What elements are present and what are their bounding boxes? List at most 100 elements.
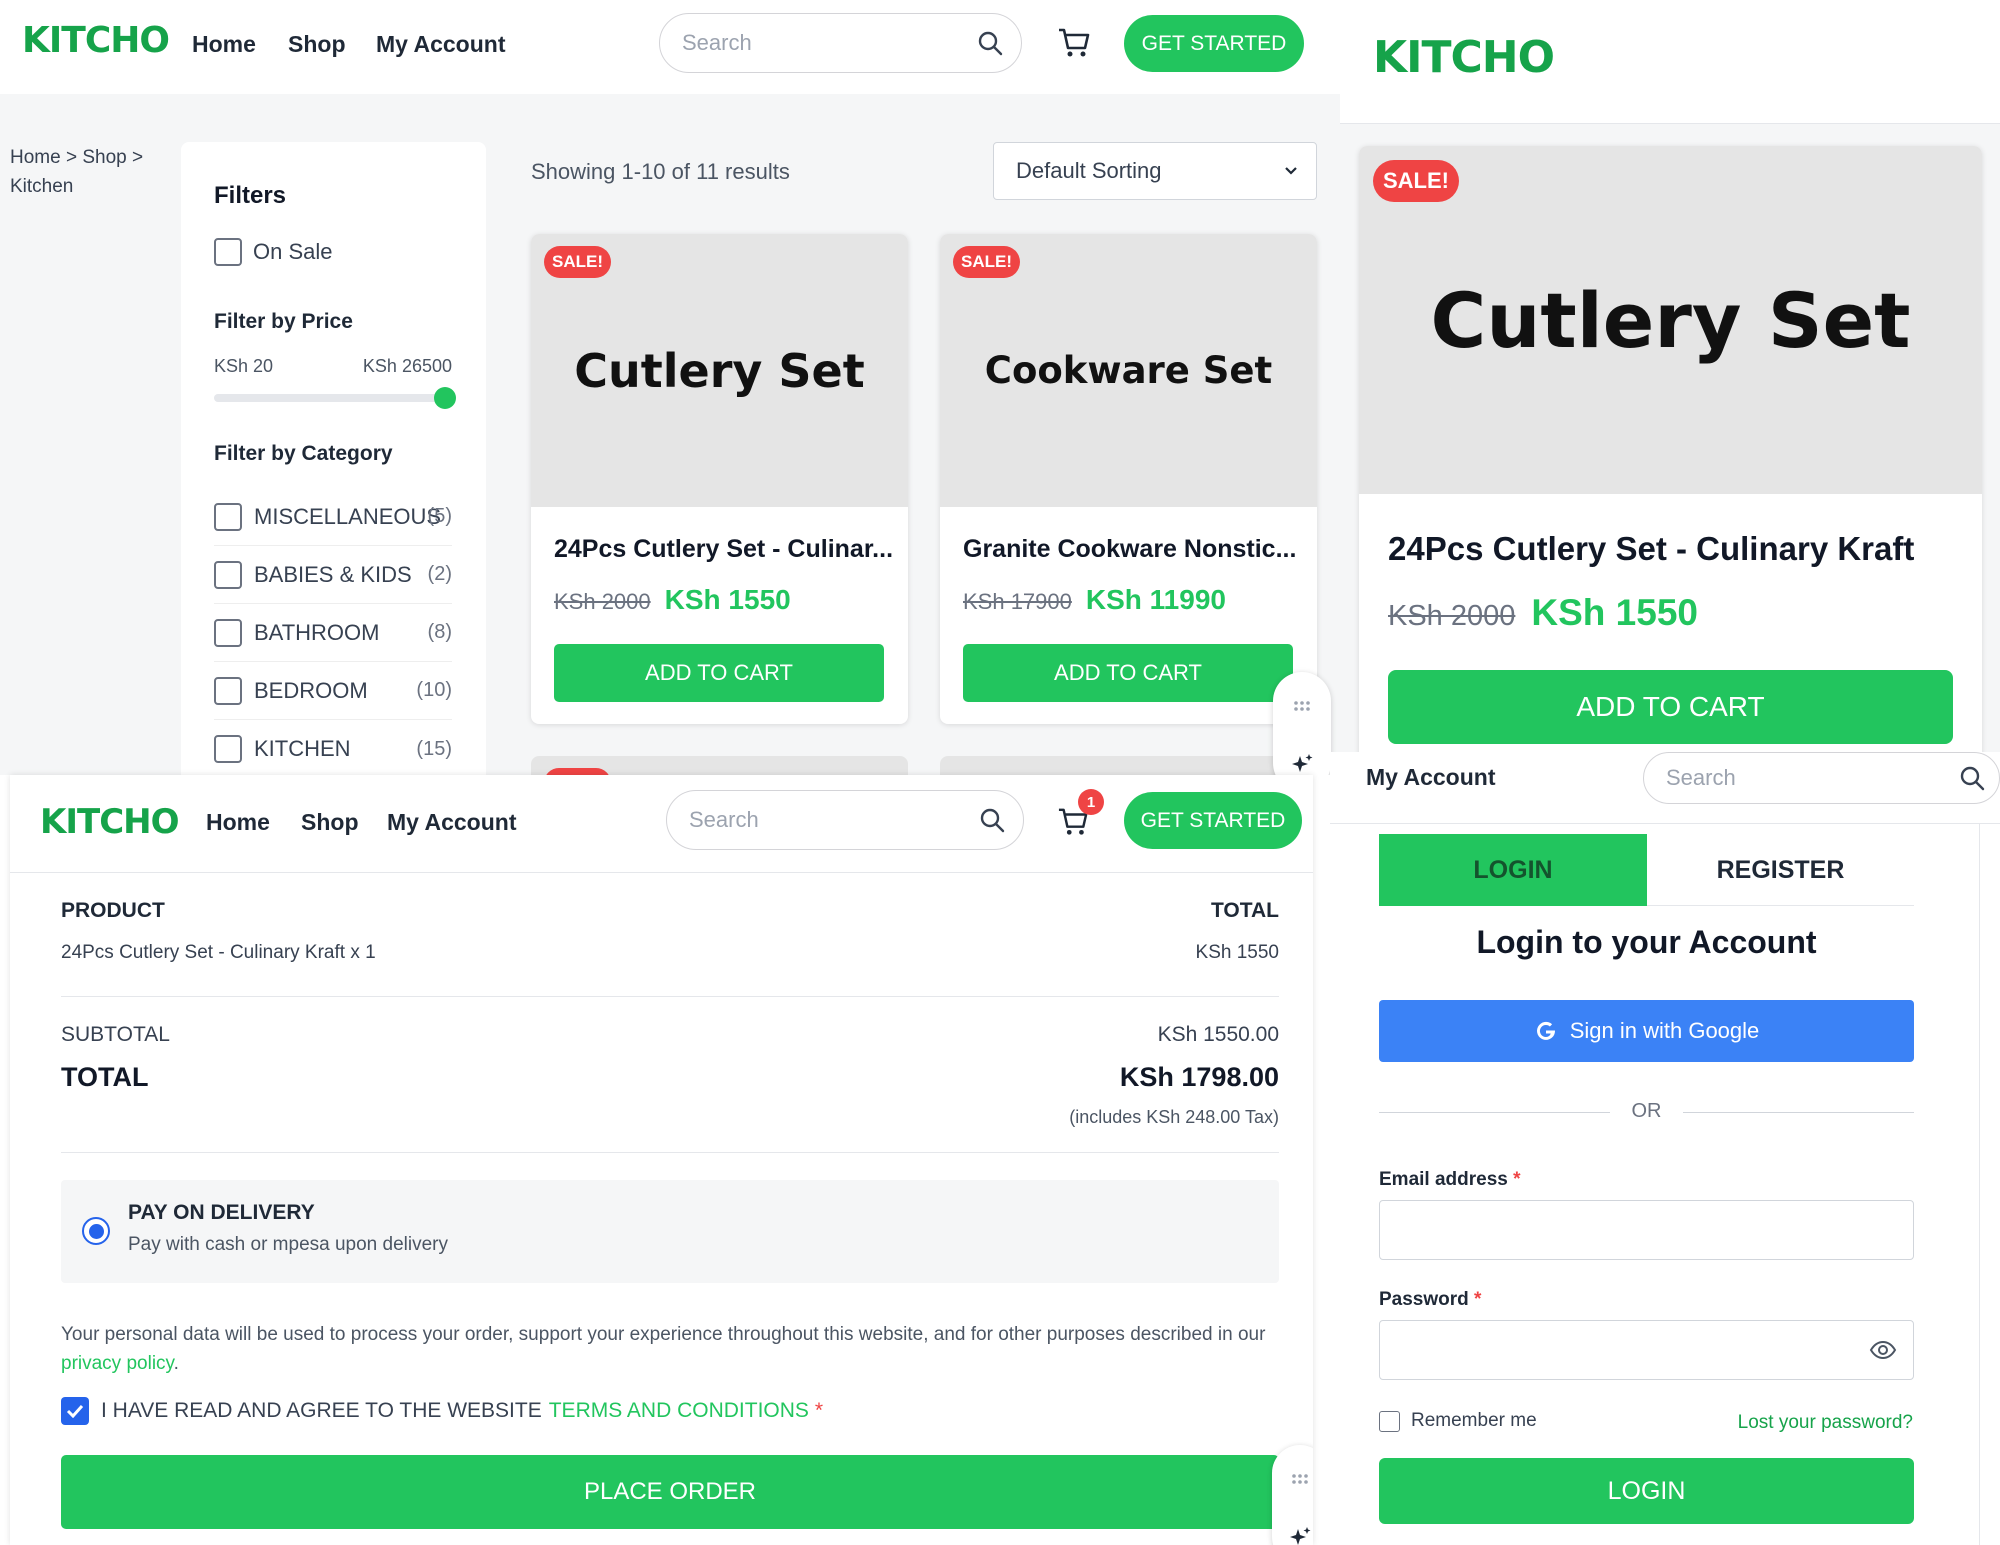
nav-my-account[interactable]: My Account [387, 809, 517, 836]
floating-tool-widget[interactable] [1273, 672, 1331, 775]
on-sale-checkbox[interactable] [214, 238, 242, 266]
nav-home[interactable]: Home [192, 31, 256, 58]
search-input[interactable]: Search [666, 790, 1024, 850]
breadcrumb-shop[interactable]: Shop [82, 147, 126, 168]
tab-login[interactable]: LOGIN [1379, 834, 1647, 906]
add-to-cart-button[interactable]: ADD TO CART [963, 644, 1293, 702]
total-value: KSh 1798.00 [1119, 1062, 1279, 1092]
category-count: (8) [427, 621, 452, 643]
search-icon[interactable] [1959, 765, 1985, 791]
remember-me[interactable]: Remember me [1379, 1410, 1537, 1432]
product-card[interactable]: Cookware Set SALE! Granite Cookware Nons… [940, 234, 1317, 724]
required-marker: * [1513, 1169, 1521, 1190]
on-sale-label: On Sale [253, 239, 333, 264]
email-label: Email address * [1379, 1169, 1521, 1191]
subtotal-label: SUBTOTAL [61, 1023, 170, 1046]
sparkle-icon[interactable] [1290, 752, 1314, 775]
sale-price: KSh 1550 [1531, 592, 1698, 633]
search-input[interactable]: Search [1643, 752, 2000, 804]
sale-price: KSh 1550 [664, 584, 791, 615]
drag-handle-icon[interactable] [1293, 700, 1311, 712]
search-input[interactable]: Search [659, 13, 1022, 73]
tax-note: (includes KSh 248.00 Tax) [1069, 1107, 1279, 1127]
tab-register[interactable]: REGISTER [1647, 834, 1914, 906]
line-item-name: 24Pcs Cutlery Set - Culinary Kraft x 1 [61, 942, 376, 963]
login-heading: Login to your Account [1476, 924, 1817, 960]
get-started-button[interactable]: GET STARTED [1124, 792, 1302, 849]
payment-method[interactable]: PAY ON DELIVERY Pay with cash or mpesa u… [61, 1180, 1279, 1283]
divider-line [1683, 1112, 1914, 1113]
sparkle-icon[interactable] [1288, 1525, 1312, 1545]
sale-badge: SALE! [544, 246, 611, 278]
category-checkbox[interactable] [214, 560, 242, 589]
product-image-text: Cutlery Set [1430, 275, 1911, 365]
price-slider-handle[interactable] [434, 387, 456, 409]
old-price: KSh 2000 [554, 589, 651, 614]
nav-shop[interactable]: Shop [288, 31, 346, 58]
breadcrumb-separator: > [132, 147, 144, 168]
sale-price: KSh 11990 [1085, 584, 1226, 615]
category-checkbox[interactable] [214, 735, 242, 763]
price-max: KSh 26500 [362, 356, 452, 376]
remember-checkbox[interactable] [1379, 1410, 1400, 1432]
detail-logo[interactable]: KITCHO [1373, 32, 1555, 83]
login-button[interactable]: LOGIN [1379, 1458, 1914, 1524]
category-name: KITCHEN [254, 736, 351, 761]
search-icon[interactable] [977, 30, 1003, 56]
radio-dot [88, 1223, 104, 1239]
lost-password-link[interactable]: Lost your password? [1738, 1412, 1913, 1434]
terms-agreement[interactable]: I HAVE READ AND AGREE TO THE WEBSITE TER… [61, 1397, 823, 1425]
product-card[interactable]: Cutlery Set SALE! 24Pcs Cutlery Set - Cu… [531, 234, 908, 724]
breadcrumb-home[interactable]: Home [10, 147, 61, 168]
breadcrumb-separator: > [65, 147, 78, 168]
category-name: BEDROOM [254, 677, 368, 703]
terms-link[interactable]: TERMS AND CONDITIONS [549, 1399, 809, 1423]
shop-logo[interactable]: KITCHO [22, 20, 170, 61]
category-item-babies-kids[interactable]: BABIES & KIDS (2) [214, 546, 452, 604]
email-field[interactable] [1379, 1200, 1914, 1260]
floating-tool-widget[interactable] [1272, 1445, 1313, 1545]
product-detail-card: Cutlery Set SALE! 24Pcs Cutlery Set - Cu… [1359, 146, 1982, 760]
place-order-button[interactable]: PLACE ORDER [61, 1455, 1279, 1529]
category-checkbox[interactable] [214, 502, 242, 531]
add-to-cart-button[interactable]: ADD TO CART [1388, 670, 1953, 744]
checkout-logo[interactable]: KITCHO [40, 802, 179, 842]
eye-icon[interactable] [1869, 1340, 1897, 1360]
payment-radio[interactable] [82, 1217, 110, 1245]
shop-header: KITCHO Home Shop My Account Search GET S… [0, 0, 1340, 94]
category-checkbox[interactable] [214, 618, 242, 647]
product-title[interactable]: 24Pcs Cutlery Set - Culinar... [554, 535, 893, 564]
nav-home[interactable]: Home [206, 809, 270, 836]
product-title[interactable]: Granite Cookware Nonstic... [963, 535, 1296, 564]
product-card-partial[interactable] [940, 756, 1317, 775]
category-list: MISCELLANEOUS (5) BABIES & KIDS (2) BATHRO… [214, 488, 452, 775]
product-image[interactable]: Cutlery Set [1359, 146, 1982, 494]
nav-my-account[interactable]: My Account [376, 31, 506, 58]
category-checkbox[interactable] [214, 676, 242, 705]
drag-handle-icon[interactable] [1291, 1473, 1309, 1485]
google-signin-button[interactable]: Sign in with Google [1379, 1000, 1914, 1062]
nav-shop[interactable]: Shop [301, 809, 359, 836]
category-name: BATHROOM [254, 619, 380, 645]
terms-checkbox[interactable] [61, 1397, 89, 1425]
category-item-miscellaneous[interactable]: MISCELLANEOUS (5) [214, 488, 452, 546]
search-icon[interactable] [979, 807, 1005, 833]
login-card: LOGIN REGISTER Login to your Account Sig… [1330, 824, 1980, 1545]
password-label: Password * [1379, 1289, 1481, 1311]
add-to-cart-button[interactable]: ADD TO CART [554, 644, 884, 702]
category-item-bathroom[interactable]: BATHROOM (8) [214, 604, 452, 662]
category-item-kitchen[interactable]: KITCHEN (15) [214, 720, 452, 775]
price-slider[interactable] [214, 387, 456, 409]
on-sale-filter[interactable]: On Sale [214, 238, 333, 266]
category-item-bedroom[interactable]: BEDROOM (10) [214, 662, 452, 720]
chevron-down-icon [1285, 167, 1297, 175]
get-started-button[interactable]: GET STARTED [1124, 15, 1304, 72]
category-count: (5) [427, 505, 452, 527]
privacy-policy-link[interactable]: privacy policy [61, 1353, 174, 1374]
password-field[interactable] [1379, 1320, 1914, 1380]
cart-icon[interactable] [1057, 27, 1091, 59]
product-card-partial[interactable] [531, 756, 908, 775]
sorting-select[interactable]: Default Sorting [993, 142, 1317, 200]
nav-my-account[interactable]: My Account [1366, 764, 1496, 791]
divider [61, 996, 1279, 997]
